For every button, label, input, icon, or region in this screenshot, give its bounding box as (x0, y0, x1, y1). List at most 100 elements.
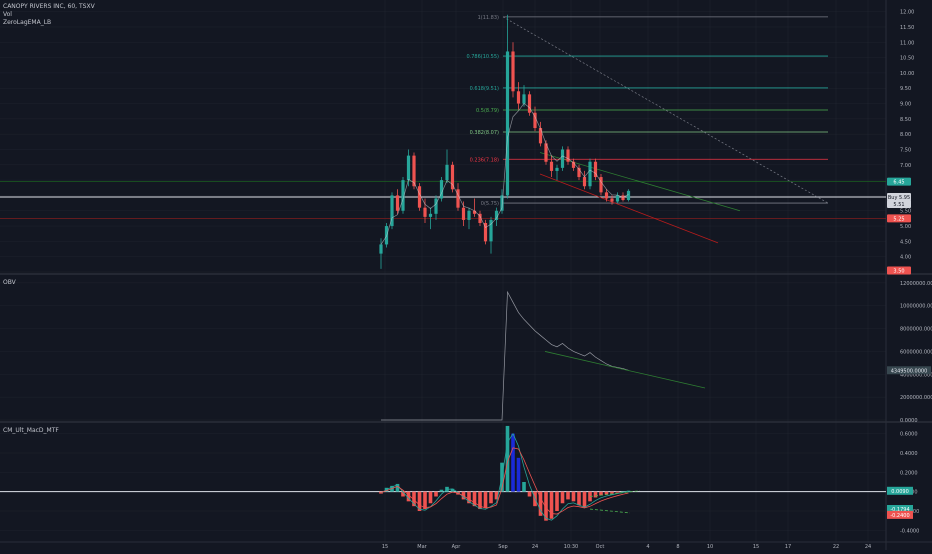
macd-histogram-bar (577, 491, 581, 506)
x-tick-label: 22 (833, 544, 839, 550)
macd-histogram-bar (566, 491, 570, 500)
macd-histogram-bar (489, 491, 493, 504)
candle-body (417, 186, 422, 208)
candle-body (445, 164, 449, 181)
candle-body (522, 94, 526, 104)
y-tick-label: 7.50 (900, 147, 911, 153)
y-tick-label: 11.00 (900, 40, 914, 46)
x-tick-label: 4 (646, 544, 649, 550)
obv-line (381, 290, 629, 421)
fib-level-label: 0.618(9.51) (470, 86, 499, 92)
macd-histogram-bar (582, 491, 587, 508)
y-tick-label: 10000000.0000 (900, 304, 932, 310)
macd-histogram-bar (428, 491, 433, 504)
macd-histogram-bar (527, 491, 532, 497)
macd-histogram-bar (555, 491, 559, 511)
x-tick-label: Apr (452, 544, 462, 550)
candle-body (615, 195, 620, 202)
obv-legend[interactable]: OBV (3, 279, 16, 287)
macd-histogram-bar (560, 491, 565, 504)
fib-level-label: 0(5.75) (481, 201, 499, 207)
y-tick-label: 7.00 (900, 163, 911, 169)
macd-histogram-bar (593, 491, 598, 498)
candle-body (505, 51, 510, 196)
fib-level-label: 1(11.83) (478, 15, 499, 21)
macd-histogram-bar (434, 491, 438, 497)
candle-body (423, 207, 427, 217)
y-tick-label: 4.50 (900, 239, 911, 245)
y-tick-label: 10.50 (900, 56, 914, 62)
macd-histogram-bar (549, 491, 554, 519)
candle-body (566, 149, 570, 162)
y-tick-label: 11.50 (900, 25, 914, 31)
macd-badge-label: -0.2400 (890, 513, 909, 519)
x-tick-label: 24 (865, 544, 871, 550)
candle-body (450, 164, 455, 190)
y-tick-label: 5.00 (900, 224, 911, 230)
candle-body (621, 195, 625, 201)
macd-histogram-bar (615, 491, 620, 493)
candle-body (406, 155, 411, 181)
y-tick-label: 5.50 (900, 209, 911, 215)
chart-canvas[interactable]: 15 Mar Apr Sep 24 10:30 Oct 4 8 10 15 17 22 24 12.00 11… (0, 0, 932, 550)
symbol-title[interactable]: CANOPY RIVERS INC, 60, TSXV (3, 3, 95, 11)
legend: CANOPY RIVERS INC, 60, TSXV Vol ZeroLagE… (3, 3, 95, 27)
fib-level-label: 0.382(8.07) (470, 130, 499, 136)
macd-histogram-bar (423, 491, 427, 510)
candle-body (560, 149, 565, 168)
y-tick-label: 0.2000 (900, 470, 918, 476)
macd-histogram-bar (571, 491, 576, 502)
macd-histogram-bar (610, 491, 614, 494)
candle-body (467, 210, 471, 220)
candle-body (538, 128, 543, 144)
candle-body (511, 51, 515, 92)
candle-body (555, 167, 559, 171)
candle-body (461, 207, 466, 220)
macd-legend[interactable]: CM_Ult_MacD_MTF (3, 427, 59, 435)
x-tick-label: 24 (532, 544, 538, 550)
x-tick-label: 17 (785, 544, 791, 550)
candle-body (434, 198, 438, 214)
candle-body (516, 91, 521, 104)
ema-legend[interactable]: ZeroLagEMA_LB (3, 19, 95, 27)
y-tick-label: 9.50 (900, 86, 911, 92)
candle-body (395, 195, 400, 211)
candle-body (626, 190, 631, 201)
volume-legend[interactable]: Vol (3, 11, 95, 19)
y-tick-label: 12000000.0000 (900, 281, 932, 287)
chart-workspace: 15 Mar Apr Sep 24 10:30 Oct 4 8 10 15 17 22 24 12.00 11… (0, 0, 932, 550)
candle-body (549, 161, 554, 171)
y-tick-label: -0.4000 (900, 528, 919, 534)
x-tick-label: 10:30 (564, 544, 578, 550)
macd-histogram-bar (522, 482, 526, 492)
x-tick-label: Mar (417, 544, 427, 550)
y-tick-label: 2000000.0000 (900, 395, 932, 401)
obv-trend-line (544, 351, 706, 389)
y-tick-label: 10.00 (900, 71, 914, 77)
macd-histogram-bar (511, 433, 515, 492)
macd-badge-label: 0.0090 (891, 489, 909, 495)
fib-level-label: 0.236(7.18) (470, 157, 499, 163)
y-tick-label: 6000000.0000 (900, 349, 932, 355)
candle-body (604, 192, 609, 199)
y-tick-label: 4.00 (900, 255, 911, 261)
candle-body (588, 161, 592, 187)
y-tick-label: 0.0000 (900, 418, 918, 424)
y-tick-label: 12.00 (900, 10, 914, 16)
trend-line (539, 173, 719, 244)
y-tick-label: 8.00 (900, 132, 911, 138)
price-badge-label: 3.50 (893, 268, 904, 274)
x-tick-label: Sep (498, 544, 507, 550)
fib-level-label: 0.5(8.79) (476, 108, 499, 114)
candle-body (582, 177, 587, 187)
x-tick-label: 10 (707, 544, 713, 550)
y-tick-label: 9.00 (900, 102, 911, 108)
x-tick-label: Oct (596, 544, 605, 550)
x-tick-label: 15 (382, 544, 388, 550)
macd-histogram-bar (483, 491, 488, 509)
x-tick-label: 15 (753, 544, 759, 550)
macd-histogram-bar (439, 489, 444, 492)
candle-body (610, 198, 614, 202)
price-badge-label: 5.25 (893, 216, 904, 222)
obv-badge-label: 4349500.0000 (891, 368, 928, 374)
